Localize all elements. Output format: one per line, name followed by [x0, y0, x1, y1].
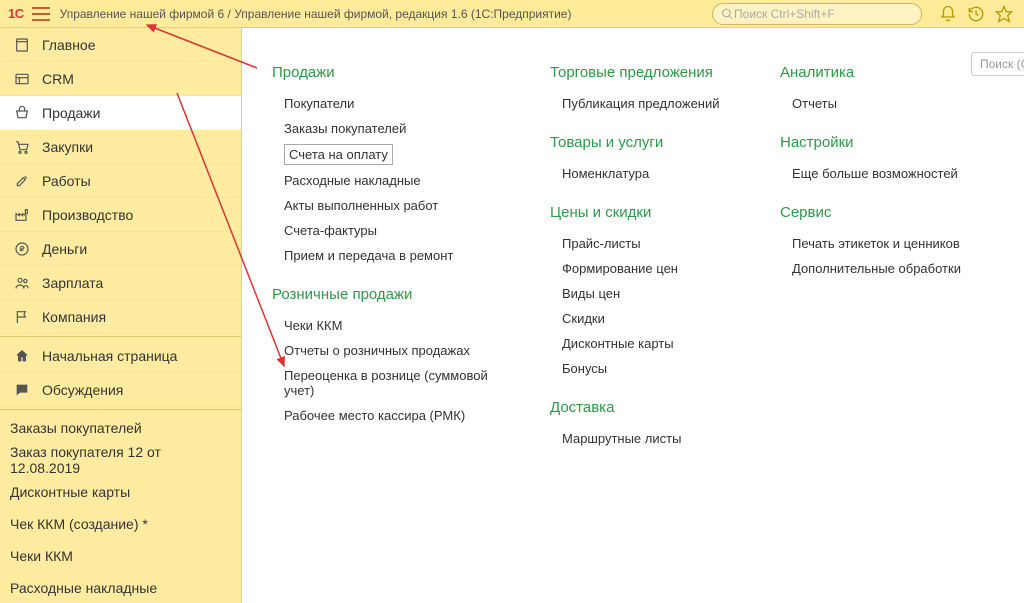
- sidebar-item-label: Продажи: [42, 105, 100, 121]
- sidebar: Главное CRM Продажи Закупки Работы Производст…: [0, 28, 242, 603]
- crm-icon: [12, 70, 32, 88]
- sidebar-item-5[interactable]: Производство: [0, 198, 241, 232]
- search-icon: [721, 7, 734, 21]
- link-item[interactable]: Счета-фактуры: [272, 218, 514, 243]
- group-title[interactable]: Настройки: [780, 134, 964, 151]
- link-item[interactable]: Дисконтные карты: [550, 331, 744, 356]
- link-item[interactable]: Отчеты: [780, 91, 964, 116]
- link-item[interactable]: Бонусы: [550, 356, 744, 381]
- link-item[interactable]: Маршрутные листы: [550, 426, 744, 451]
- link-item[interactable]: Прайс-листы: [550, 231, 744, 256]
- link-item[interactable]: Акты выполненных работ: [272, 193, 514, 218]
- link-item[interactable]: Публикация предложений: [550, 91, 744, 116]
- app-logo: 1C: [8, 6, 24, 21]
- link-item[interactable]: Скидки: [550, 306, 744, 331]
- history-icon[interactable]: [966, 4, 986, 24]
- sidebar-item-7[interactable]: Зарплата: [0, 266, 241, 300]
- sidebar-item-2[interactable]: Продажи: [0, 96, 241, 130]
- link-item[interactable]: Виды цен: [550, 281, 744, 306]
- global-search[interactable]: [712, 3, 922, 25]
- group-title[interactable]: Продажи: [272, 64, 514, 81]
- sidebar-item-4[interactable]: Работы: [0, 164, 241, 198]
- hamburger-icon[interactable]: [32, 7, 50, 21]
- sidebar-item-label: Производство: [42, 207, 133, 223]
- link-item[interactable]: Переоценка в рознице (суммовой учет): [272, 363, 514, 403]
- panel-search[interactable]: Поиск (C: [971, 52, 1024, 76]
- group-title[interactable]: Торговые предложения: [550, 64, 744, 81]
- link-item[interactable]: Счета на оплату: [284, 144, 393, 165]
- link-item[interactable]: Заказы покупателей: [272, 116, 514, 141]
- link-item[interactable]: Номенклатура: [550, 161, 744, 186]
- sidebar-item-label: Деньги: [42, 241, 87, 257]
- app-title: Управление нашей фирмой 6 / Управление н…: [60, 7, 572, 21]
- sidebar-item-label: Обсуждения: [42, 382, 123, 398]
- group-title[interactable]: Цены и скидки: [550, 204, 744, 221]
- sidebar-item-6[interactable]: ₽ Деньги: [0, 232, 241, 266]
- link-item[interactable]: Дополнительные обработки: [780, 256, 964, 281]
- sidebar-sub2-2[interactable]: Дисконтные карты: [0, 476, 241, 508]
- sidebar-item-label: Главное: [42, 37, 96, 53]
- group-title[interactable]: Товары и услуги: [550, 134, 744, 151]
- ruble-icon: ₽: [12, 240, 32, 258]
- link-item[interactable]: Покупатели: [272, 91, 514, 116]
- sidebar-item-0[interactable]: Главное: [0, 28, 241, 62]
- app-header: 1C Управление нашей фирмой 6 / Управлени…: [0, 0, 1024, 28]
- search-input[interactable]: [734, 7, 913, 21]
- sidebar-sub2-1[interactable]: Заказ покупателя 12 от 12.08.2019: [0, 444, 241, 476]
- flag-icon: [12, 308, 32, 326]
- link-item[interactable]: Печать этикеток и ценников: [780, 231, 964, 256]
- link-item[interactable]: Еще больше возможностей: [780, 161, 964, 186]
- sidebar-item-3[interactable]: Закупки: [0, 130, 241, 164]
- link-item[interactable]: Рабочее место кассира (РМК): [272, 403, 514, 428]
- link-item[interactable]: Чеки ККМ: [272, 313, 514, 338]
- book-icon: [12, 36, 32, 54]
- group-title[interactable]: Аналитика: [780, 64, 964, 81]
- sidebar-item-label: Начальная страница: [42, 348, 177, 364]
- svg-text:₽: ₽: [20, 244, 25, 253]
- basket-icon: [12, 104, 32, 122]
- group-title[interactable]: Доставка: [550, 399, 744, 416]
- sidebar-item-label: CRM: [42, 71, 74, 87]
- sidebar-item-label: Закупки: [42, 139, 93, 155]
- people-icon: [12, 274, 32, 292]
- sidebar-item-8[interactable]: Компания: [0, 300, 241, 334]
- cart-icon: [12, 138, 32, 156]
- sidebar-sub2-3[interactable]: Чек ККМ (создание) *: [0, 508, 241, 540]
- group-title[interactable]: Розничные продажи: [272, 286, 514, 303]
- link-item[interactable]: Расходные накладные: [272, 168, 514, 193]
- sidebar-sub1-0[interactable]: Начальная страница: [0, 339, 241, 373]
- chat-icon: [12, 381, 32, 399]
- factory-icon: [12, 206, 32, 224]
- sidebar-item-label: Работы: [42, 173, 91, 189]
- sidebar-sub1-1[interactable]: Обсуждения: [0, 373, 241, 407]
- sidebar-sub2-5[interactable]: Расходные накладные: [0, 572, 241, 603]
- link-item[interactable]: Формирование цен: [550, 256, 744, 281]
- home-icon: [12, 347, 32, 365]
- group-title[interactable]: Сервис: [780, 204, 964, 221]
- sidebar-sub2-0[interactable]: Заказы покупателей: [0, 412, 241, 444]
- tools-icon: [12, 172, 32, 190]
- bell-icon[interactable]: [938, 4, 958, 24]
- link-item[interactable]: Прием и передача в ремонт: [272, 243, 514, 268]
- sidebar-item-label: Компания: [42, 309, 106, 325]
- sidebar-item-1[interactable]: CRM: [0, 62, 241, 96]
- link-item[interactable]: Отчеты о розничных продажах: [272, 338, 514, 363]
- main-panel: Поиск (C Продажи ПокупателиЗаказы покупат…: [242, 28, 1024, 603]
- sidebar-item-label: Зарплата: [42, 275, 103, 291]
- sidebar-sub2-4[interactable]: Чеки ККМ: [0, 540, 241, 572]
- star-icon[interactable]: [994, 4, 1014, 24]
